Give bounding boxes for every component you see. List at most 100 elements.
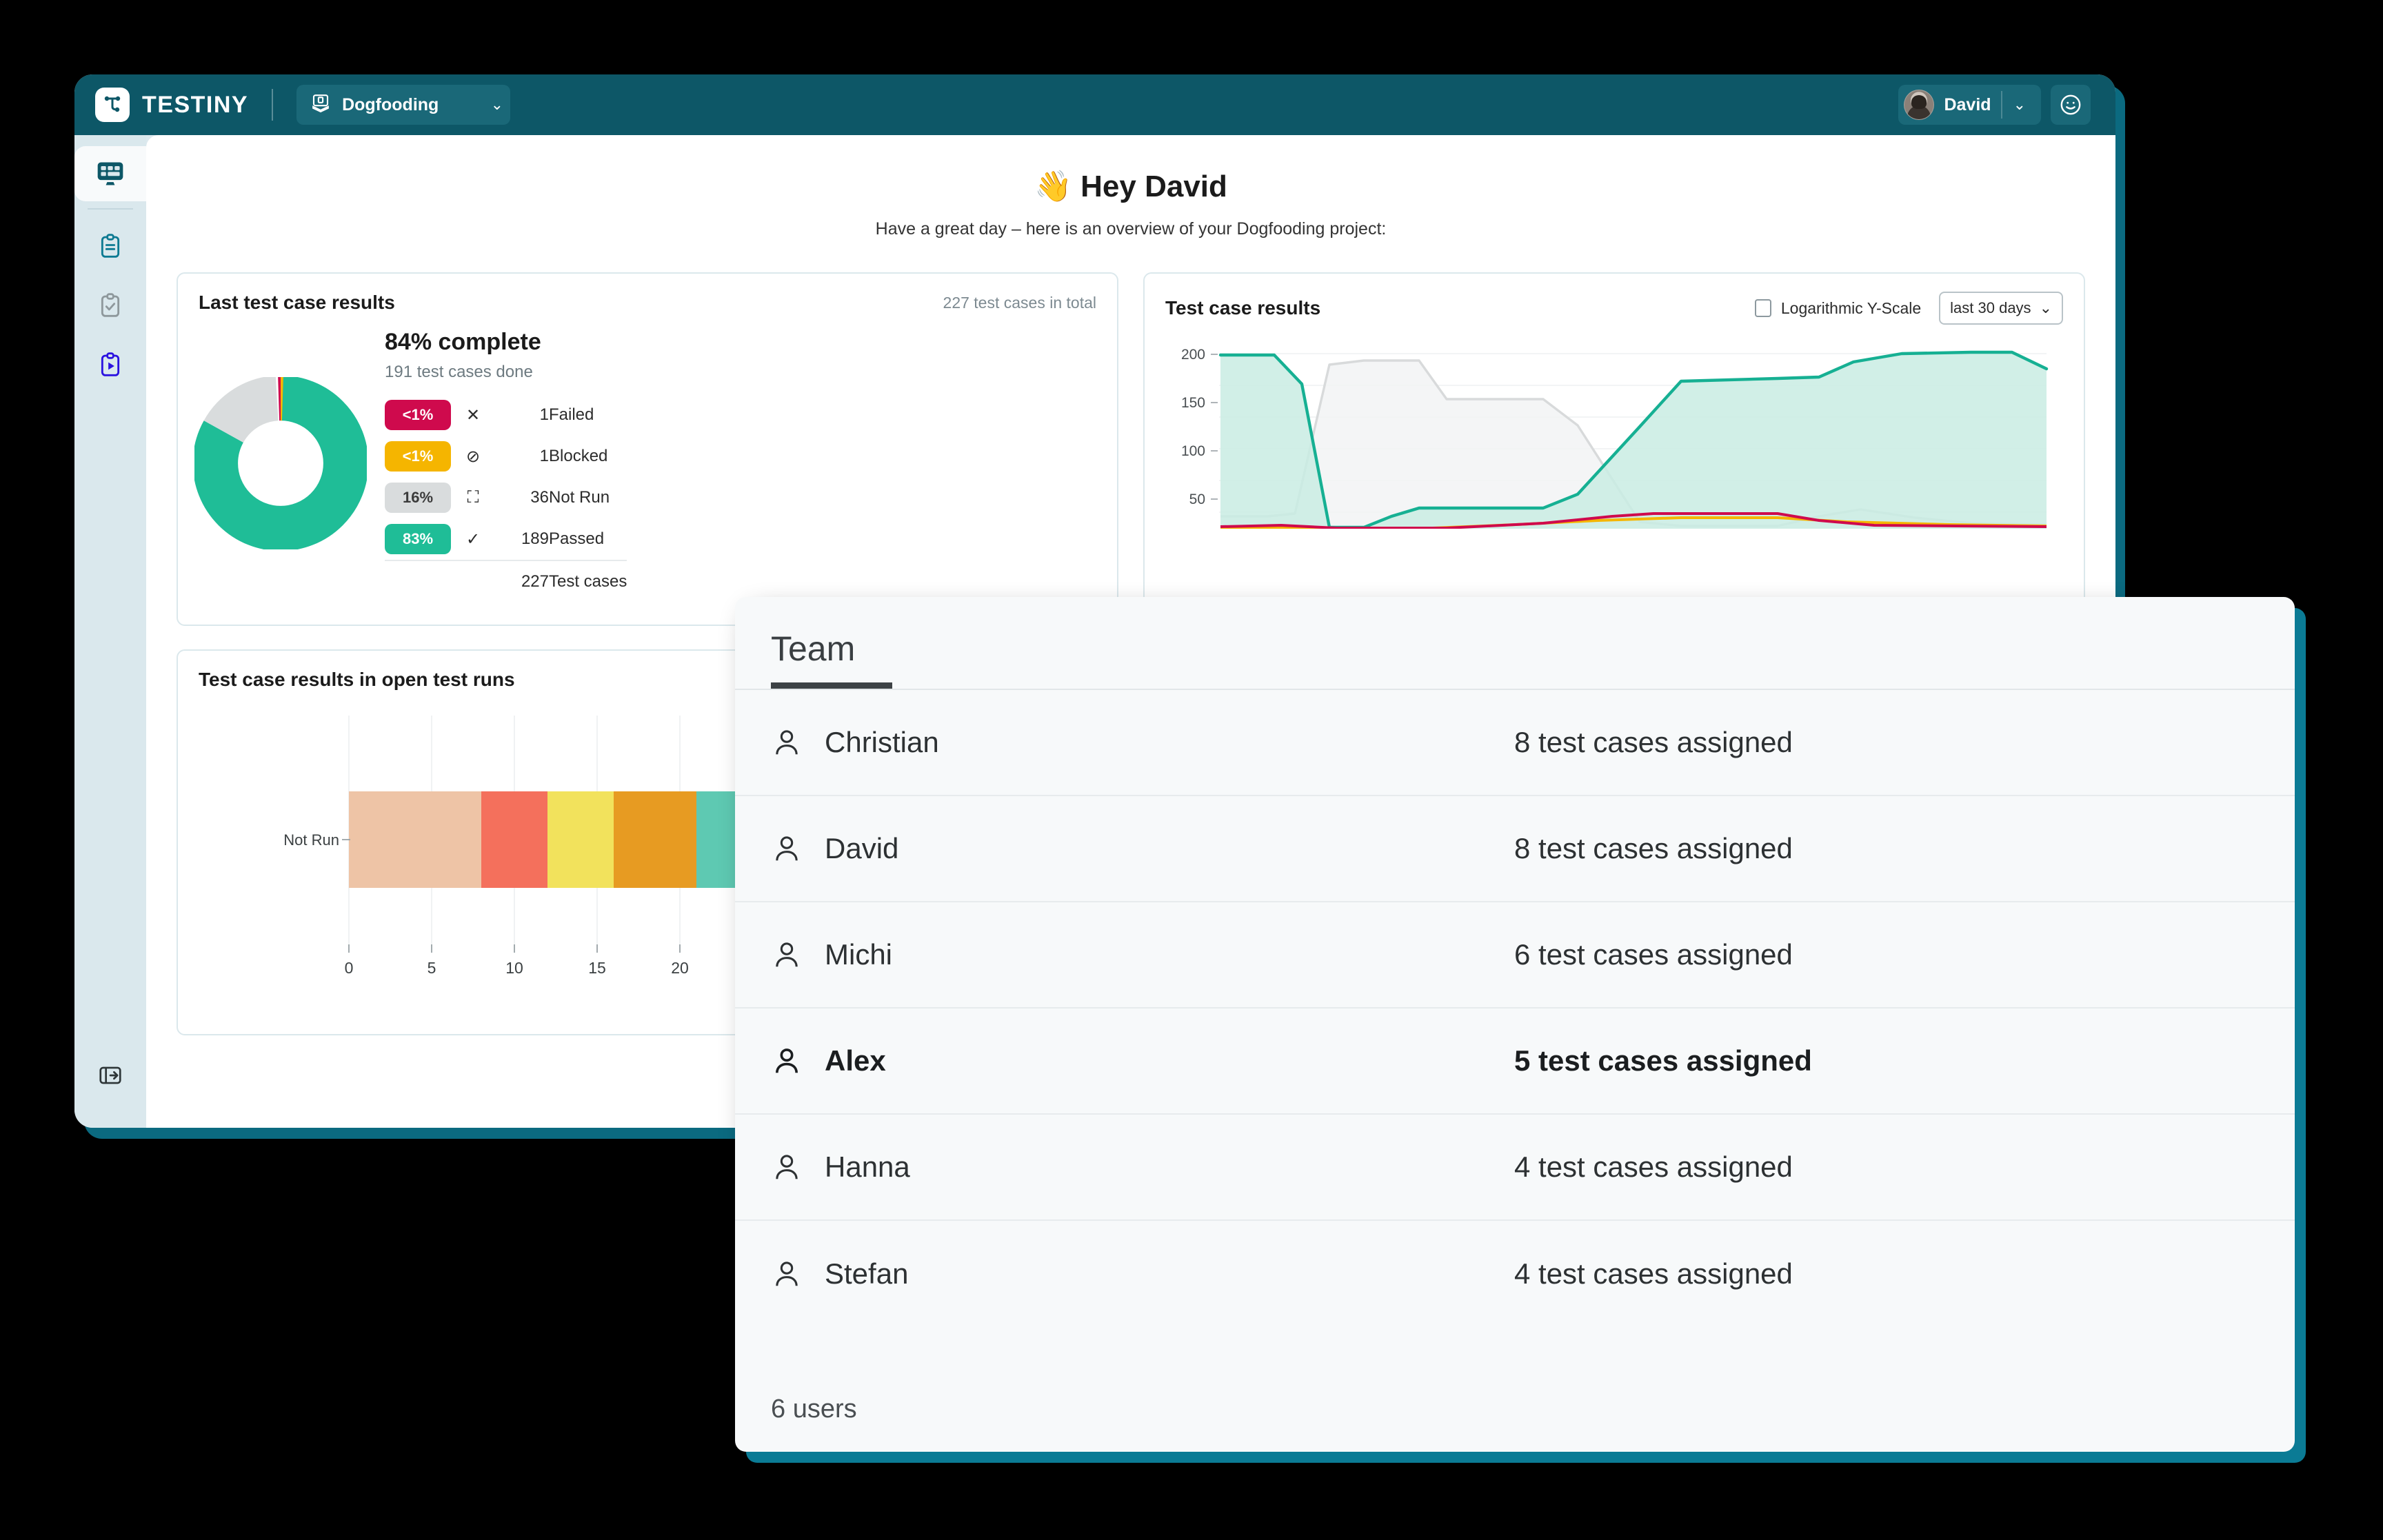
status-badge: 16%: [385, 483, 451, 513]
donut-chart: [194, 377, 367, 549]
greeting: 👋 Hey David Have a great day – here is a…: [177, 168, 2085, 239]
active-tab-indicator: [771, 682, 892, 689]
table-row[interactable]: Alex 5 test cases assigned: [735, 1009, 2295, 1115]
team-title: Team: [771, 629, 2259, 669]
chart-controls: Logarithmic Y-Scale last 30 days ⌄: [1755, 292, 2063, 325]
avatar: [1904, 90, 1934, 120]
legend-row[interactable]: 83% ✓ 189 Passed: [385, 518, 627, 560]
project-name: Dogfooding: [342, 95, 480, 115]
donut-row: 84% complete 191 test cases done <1% ✕ 1…: [178, 314, 1117, 625]
project-icon: [310, 93, 331, 117]
user-count: 6 users: [735, 1374, 2295, 1452]
member-assigned: 8 test cases assigned: [1514, 726, 1793, 759]
table-row[interactable]: Hanna 4 test cases assigned: [735, 1115, 2295, 1221]
legend-row[interactable]: 16% ⛶ 36 Not Run: [385, 477, 627, 518]
sidebar-item-test-runs[interactable]: [81, 338, 140, 393]
test-case-results-card: Test case results Logarithmic Y-Scale la…: [1143, 272, 2085, 626]
total-cases-label: 227 test cases in total: [943, 294, 1096, 312]
team-header: Team: [735, 597, 2295, 689]
team-panel: Team Christian 8 test cases assigned: [735, 597, 2295, 1452]
legend-count: 1: [495, 394, 549, 436]
svg-text:200: 200: [1181, 347, 1205, 363]
svg-text:150: 150: [1181, 395, 1205, 411]
blocked-icon: ⊘: [451, 436, 495, 477]
legend-count: 1: [495, 436, 549, 477]
log-scale-toggle[interactable]: Logarithmic Y-Scale: [1755, 299, 1921, 318]
collapse-sidebar-icon[interactable]: [81, 1048, 140, 1103]
divider: [272, 89, 273, 121]
check-icon: ✓: [451, 518, 495, 560]
date-range-select[interactable]: last 30 days ⌄: [1939, 292, 2063, 325]
brand-name: TESTINY: [142, 92, 248, 119]
complete-headline: 84% complete: [385, 329, 627, 356]
sidebar-item-dashboard[interactable]: [74, 146, 146, 201]
legend-row[interactable]: <1% ✕ 1 Failed: [385, 394, 627, 436]
card-title: Test case results: [1165, 297, 1320, 319]
wave-emoji: 👋: [1034, 170, 1072, 203]
total-label: Test cases: [549, 560, 627, 597]
person-icon: [771, 833, 825, 864]
member-name: Alex: [825, 1044, 1514, 1077]
person-icon: [771, 939, 825, 971]
member-assigned: 4 test cases assigned: [1514, 1257, 1793, 1290]
legend-total-row: 227 Test cases: [385, 560, 627, 597]
svg-text:15: 15: [588, 959, 606, 977]
page-title: 👋 Hey David: [177, 168, 2085, 204]
member-assigned: 4 test cases assigned: [1514, 1151, 1793, 1184]
table-row[interactable]: Stefan 4 test cases assigned: [735, 1221, 2295, 1327]
sidebar-item-test-plans[interactable]: [81, 278, 140, 334]
member-assigned: 8 test cases assigned: [1514, 832, 1793, 865]
chevron-down-icon: ⌄: [2012, 97, 2037, 112]
card-title: Test case results in open test runs: [199, 669, 515, 691]
brand: TESTINY: [95, 88, 248, 122]
status-badge: <1%: [385, 400, 451, 430]
legend-table: <1% ✕ 1 Failed <1% ⊘ 1: [385, 394, 627, 597]
sidebar: [74, 135, 146, 1128]
project-selector[interactable]: Dogfooding ⌄: [296, 85, 510, 125]
checkbox[interactable]: [1755, 299, 1771, 317]
status-badge: <1%: [385, 441, 451, 472]
donut-legend: 84% complete 191 test cases done <1% ✕ 1…: [385, 329, 627, 597]
screen: TESTINY Dogfooding ⌄ David: [0, 0, 2383, 1540]
legend-row[interactable]: <1% ⊘ 1 Blocked: [385, 436, 627, 477]
card-header: Test case results Logarithmic Y-Scale la…: [1145, 274, 2084, 325]
last-test-case-results-card: Last test case results 227 test cases in…: [177, 272, 1118, 626]
legend-label: Not Run: [549, 477, 627, 518]
chevron-down-icon: ⌄: [491, 97, 503, 112]
titlebar-right: David ⌄: [1898, 85, 2091, 125]
table-row[interactable]: Christian 8 test cases assigned: [735, 690, 2295, 796]
legend-label: Failed: [549, 394, 627, 436]
member-name: David: [825, 832, 1514, 865]
cards-row: Last test case results 227 test cases in…: [177, 272, 2085, 626]
x-icon: ✕: [451, 394, 495, 436]
divider: [2001, 91, 2002, 119]
table-row[interactable]: David 8 test cases assigned: [735, 796, 2295, 902]
area-chart: 200 150 100 50: [1145, 325, 2084, 532]
member-assigned: 5 test cases assigned: [1514, 1044, 1812, 1077]
svg-text:0: 0: [345, 959, 354, 977]
legend-count: 36: [495, 477, 549, 518]
card-title: Last test case results: [199, 292, 395, 314]
legend-label: Blocked: [549, 436, 627, 477]
sidebar-item-test-cases[interactable]: [81, 219, 140, 274]
log-scale-label: Logarithmic Y-Scale: [1781, 299, 1921, 318]
svg-text:50: 50: [1189, 492, 1205, 507]
svg-text:Not Run: Not Run: [283, 831, 339, 849]
member-name: Michi: [825, 938, 1514, 971]
card-header: Last test case results 227 test cases in…: [178, 274, 1117, 314]
chevron-down-icon: ⌄: [2040, 299, 2052, 317]
divider: [88, 208, 133, 210]
user-menu[interactable]: David ⌄: [1898, 85, 2041, 125]
table-row[interactable]: Michi 6 test cases assigned: [735, 902, 2295, 1009]
total-count: 227: [495, 560, 549, 597]
smiley-face-icon[interactable]: [2051, 85, 2091, 125]
member-name: Hanna: [825, 1151, 1514, 1184]
not-run-icon: ⛶: [451, 477, 495, 518]
svg-text:10: 10: [505, 959, 523, 977]
svg-text:5: 5: [428, 959, 436, 977]
greeting-subtitle: Have a great day – here is an overview o…: [177, 219, 2085, 239]
member-name: Stefan: [825, 1257, 1514, 1290]
cases-done-label: 191 test cases done: [385, 363, 627, 382]
greeting-title: Hey David: [1080, 170, 1227, 203]
person-icon: [771, 1258, 825, 1290]
